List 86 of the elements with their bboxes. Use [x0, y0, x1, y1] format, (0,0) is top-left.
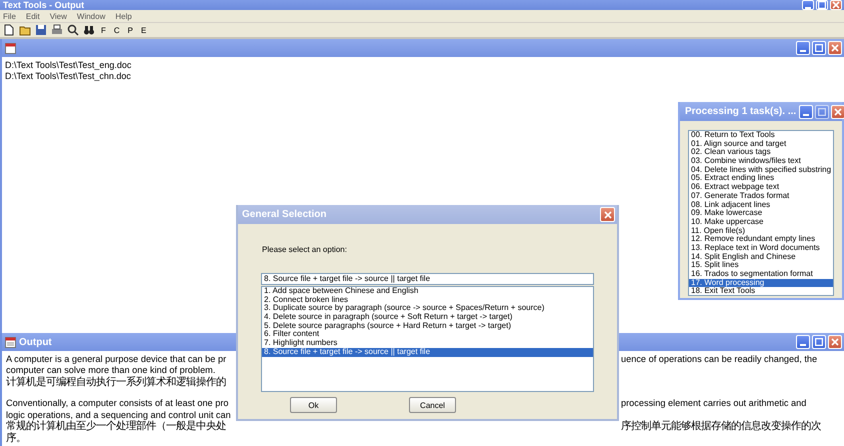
output-text: processing element carries out arithmetic and: [621, 398, 806, 410]
maximize-button[interactable]: [816, 0, 828, 10]
window-title: Processing 1 task(s). ...: [685, 106, 796, 117]
cancel-button[interactable]: Cancel: [409, 397, 456, 413]
menu-item[interactable]: Window: [76, 12, 106, 20]
list-item[interactable]: 5. Delete source paragraphs (source + Hard Return + target -> target): [262, 322, 593, 330]
ok-button[interactable]: Ok: [290, 397, 337, 413]
close-icon: [834, 108, 842, 116]
list-item[interactable]: 13. Replace text in Word documents: [689, 244, 833, 253]
list-item[interactable]: 16. Trados to segmentation format: [689, 270, 833, 279]
list-item[interactable]: 00. Return to Text Tools: [689, 131, 833, 140]
selection-field[interactable]: 8. Source file + target file -> source || target file: [261, 273, 594, 285]
output-text: 常规的计算机由至少一个处理部件（一般是中央处: [6, 421, 226, 432]
task-list[interactable]: [688, 130, 834, 296]
close-button[interactable]: [830, 0, 842, 10]
close-icon: [832, 1, 840, 9]
binoculars-icon[interactable]: [83, 24, 95, 36]
list-item[interactable]: 08. Link adjacent lines: [689, 200, 833, 210]
list-item[interactable]: 7. Highlight numbers: [262, 339, 593, 348]
list-item[interactable]: 8. Source file + target file -> source || target file: [262, 348, 593, 356]
file-path: D:\Text Tools\Test\Test_chn.doc: [4, 71, 132, 82]
save-icon[interactable]: [35, 24, 47, 36]
maximize-button[interactable]: [812, 335, 826, 349]
list-item[interactable]: 07. Generate Trados format: [689, 192, 833, 200]
close-icon: [831, 44, 839, 52]
list-item[interactable]: 18. Exit Text Tools: [689, 287, 833, 295]
list-item[interactable]: 4. Delete source in paragraph (source + Soft Return + target -> target): [262, 313, 593, 322]
minimize-button[interactable]: [802, 0, 814, 10]
output-text: 序。: [6, 432, 26, 444]
file-path: D:\Text Tools\Test\Test_eng.doc: [4, 60, 132, 71]
close-button[interactable]: [831, 104, 844, 118]
maximize-icon: [818, 1, 826, 9]
list-item[interactable]: 03. Combine windows/files text: [689, 157, 833, 166]
list-item[interactable]: 1. Add space between Chinese and English: [262, 287, 593, 296]
output-text: computer can solve more than one kind of problem.: [6, 365, 216, 376]
close-button[interactable]: [600, 207, 615, 222]
menu-item[interactable]: Help: [115, 12, 132, 20]
list-item[interactable]: 01. Align source and target: [689, 140, 833, 148]
menu-item[interactable]: View: [50, 12, 67, 20]
output-text: uence of operations can be readily changed, the: [621, 354, 818, 366]
search-icon[interactable]: [67, 24, 79, 36]
close-icon: [604, 210, 612, 218]
list-item[interactable]: 6. Filter content: [262, 330, 593, 340]
minimize-button[interactable]: [796, 41, 810, 55]
list-item[interactable]: 14. Split English and Chinese: [689, 252, 833, 262]
menu-item[interactable]: Edit: [26, 12, 40, 20]
list-item[interactable]: 11. Open file(s): [689, 226, 833, 236]
list-item[interactable]: 15. Split lines: [689, 261, 833, 270]
list-item[interactable]: 05. Extract ending lines: [689, 174, 833, 184]
document-window-icon: [5, 336, 16, 348]
toolbar-button[interactable]: P: [126, 26, 136, 34]
maximize-icon: [818, 108, 826, 116]
close-button[interactable]: [828, 41, 842, 55]
list-item[interactable]: 3. Duplicate source by paragraph (source -> source + Spaces/Return + source): [262, 304, 593, 314]
output-text: logic operations, and a sequencing and control unit can: [6, 410, 231, 420]
maximize-icon: [815, 338, 823, 346]
output-text: 计算机是可编程自动执行一系列算术和逻辑操作的: [6, 376, 226, 388]
menu-item[interactable]: File: [3, 12, 16, 20]
output-text: A computer is a general purpose device that can be pr: [6, 354, 226, 366]
output-text: Conventionally, a computer consists of at least one pro: [6, 398, 228, 410]
minimize-button[interactable]: [799, 104, 814, 118]
output-text: 序控制单元能够根据存储的信息改变操作的次: [621, 421, 821, 433]
print-icon[interactable]: [51, 24, 63, 36]
list-item[interactable]: 2. Connect broken lines: [262, 296, 593, 304]
prompt-label: Please select an option:: [262, 245, 348, 254]
list-item[interactable]: 12. Remove redundant empty lines: [689, 235, 833, 244]
dialog-title: General Selection: [242, 209, 326, 220]
minimize-button[interactable]: [796, 335, 810, 349]
maximize-icon: [815, 44, 823, 52]
list-item[interactable]: 10. Make uppercase: [689, 218, 833, 227]
document-window-icon: [5, 42, 16, 54]
option-list[interactable]: [261, 286, 594, 392]
list-item[interactable]: 04. Delete lines with specified substring: [689, 166, 833, 174]
list-item[interactable]: 17. Word processing: [689, 278, 833, 288]
toolbar-button[interactable]: F: [99, 26, 108, 34]
close-button[interactable]: [828, 335, 842, 349]
close-icon: [831, 338, 839, 346]
window-title: Output: [19, 336, 52, 348]
maximize-button[interactable]: [812, 41, 826, 55]
app-title: Text Tools - Output: [3, 0, 84, 10]
toolbar-button[interactable]: C: [112, 26, 122, 34]
list-item[interactable]: 02. Clean various tags: [689, 148, 833, 158]
toolbar-button[interactable]: E: [139, 26, 148, 34]
list-item[interactable]: 09. Make lowercase: [689, 209, 833, 218]
maximize-button[interactable]: [815, 104, 830, 118]
list-item[interactable]: 06. Extract webpage text: [689, 183, 833, 192]
